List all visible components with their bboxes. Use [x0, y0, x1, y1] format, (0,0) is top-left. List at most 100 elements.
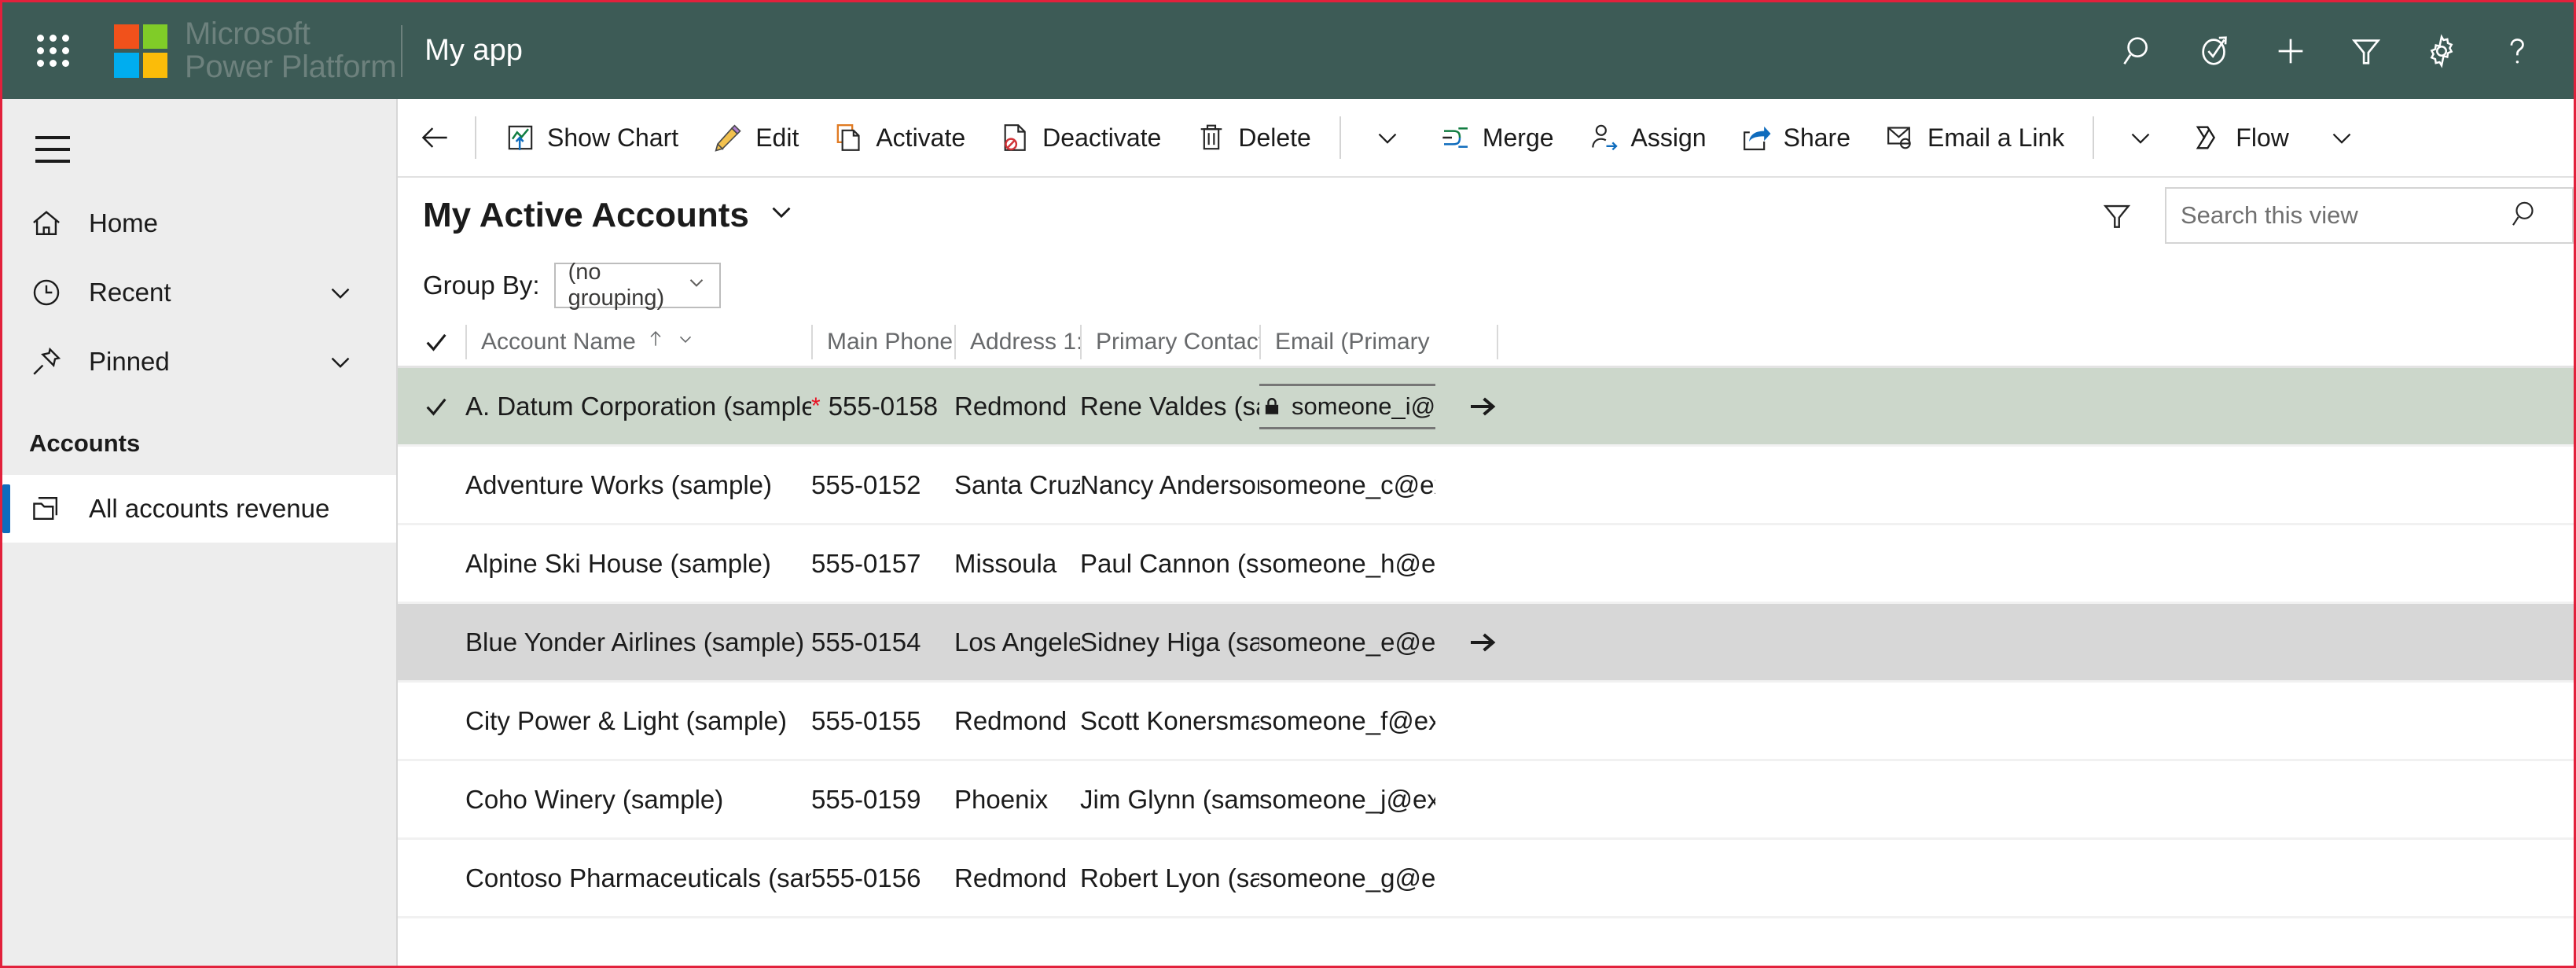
- app-window: Microsoft Power Platform My app Home Rec…: [0, 0, 2576, 968]
- overflow-chevron-down-icon[interactable]: [1352, 99, 1423, 176]
- filter-icon[interactable]: [2328, 13, 2404, 89]
- pin-icon: [29, 344, 72, 379]
- chevron-down-icon[interactable]: [765, 195, 798, 237]
- table-row[interactable]: A. Datum Corporation (sample) * 555-0158…: [398, 368, 2574, 447]
- share-button[interactable]: Share: [1724, 99, 1868, 176]
- cell-account-name[interactable]: Adventure Works (sample): [465, 470, 811, 500]
- column-header-actions: [1435, 324, 1498, 359]
- flow-chevron-down-icon[interactable]: [2306, 99, 2377, 176]
- view-header-actions: [2082, 180, 2574, 251]
- column-header-primary-contact[interactable]: Primary Contact: [1080, 324, 1259, 359]
- sidebar-item-home[interactable]: Home: [2, 189, 396, 258]
- cell-main-phone: 555-0155: [811, 705, 921, 735]
- merge-button[interactable]: Merge: [1423, 99, 1571, 176]
- row-open-arrow-icon[interactable]: [1435, 391, 1498, 422]
- cell-primary-contact[interactable]: Sidney Higa (sample): [1080, 628, 1259, 657]
- filter-icon[interactable]: [2082, 180, 2152, 251]
- email-a-link-button[interactable]: Email a Link: [1868, 99, 2082, 176]
- cell-account-name[interactable]: City Power & Light (sample): [465, 706, 811, 736]
- column-header-account-name[interactable]: Account Name: [465, 324, 811, 359]
- flow-button[interactable]: Flow: [2176, 99, 2306, 176]
- cell-email-primary-contact[interactable]: someone_j@example.c...: [1259, 785, 1435, 815]
- sidebar-item-label: Recent: [89, 278, 171, 307]
- cell-account-name[interactable]: A. Datum Corporation (sample): [465, 392, 811, 421]
- search-icon[interactable]: [2511, 198, 2542, 234]
- cell-email-primary-contact[interactable]: someone_e@example....: [1259, 628, 1435, 657]
- sidebar-item-all-accounts-revenue[interactable]: All accounts revenue: [2, 475, 396, 543]
- back-arrow-icon[interactable]: [407, 99, 464, 176]
- table-row[interactable]: Blue Yonder Airlines (sample) 555-0154 L…: [398, 604, 2574, 683]
- chevron-down-icon[interactable]: [675, 329, 696, 355]
- sidebar-item-label: Pinned: [89, 347, 170, 376]
- show-chart-button[interactable]: Show Chart: [487, 99, 696, 176]
- row-checkmark-icon[interactable]: [423, 393, 465, 420]
- cell-email-primary-contact[interactable]: someone_h@example....: [1259, 549, 1435, 579]
- divider: [1339, 116, 1341, 159]
- help-icon[interactable]: [2479, 13, 2555, 89]
- sidebar-group-title: Accounts: [29, 429, 141, 457]
- divider: [811, 324, 813, 359]
- topbar-actions: [2102, 13, 2574, 89]
- cell-address-1-city: Los Angeles: [954, 627, 1080, 657]
- cell-address-1-city: Santa Cruz: [954, 469, 1080, 499]
- cell-main-phone: 555-0159: [811, 784, 921, 814]
- plus-icon[interactable]: [2253, 13, 2328, 89]
- view-selector[interactable]: My Active Accounts: [423, 195, 798, 237]
- edit-button[interactable]: Edit: [696, 99, 816, 176]
- cell-email-primary-contact[interactable]: someone_f@example....: [1259, 706, 1435, 736]
- email-a-link-label: Email a Link: [1927, 123, 2065, 152]
- cell-address-1-city: Redmond: [954, 705, 1068, 735]
- brand-divider: [401, 24, 403, 77]
- app-launcher-icon[interactable]: [28, 29, 78, 73]
- delete-button[interactable]: Delete: [1178, 99, 1328, 176]
- chevron-down-icon[interactable]: [324, 345, 357, 378]
- cell-account-name[interactable]: Alpine Ski House (sample): [465, 549, 811, 579]
- cell-primary-contact[interactable]: Nancy Anderson (sam...: [1080, 470, 1259, 500]
- sidebar-item-pinned[interactable]: Pinned: [2, 327, 396, 396]
- cell-email-value: someone_i@examp...: [1292, 392, 1435, 420]
- overflow-chevron-down-icon-2[interactable]: [2105, 99, 2176, 176]
- activate-button[interactable]: Activate: [816, 99, 983, 176]
- hamburger-menu-icon[interactable]: [24, 110, 103, 189]
- select-all-checkmark-icon[interactable]: [423, 329, 465, 355]
- table-row[interactable]: Contoso Pharmaceuticals (sample) 555-015…: [398, 840, 2574, 918]
- assistant-check-icon[interactable]: [2177, 13, 2253, 89]
- table-row[interactable]: City Power & Light (sample) 555-0155 Red…: [398, 683, 2574, 761]
- cell-email-primary-contact[interactable]: someone_i@examp...: [1259, 383, 1435, 429]
- email-locked-pill[interactable]: someone_i@examp...: [1259, 383, 1435, 429]
- sidebar-item-recent[interactable]: Recent: [2, 258, 396, 327]
- column-header-main-phone[interactable]: Main Phone: [811, 324, 954, 359]
- row-open-arrow-icon[interactable]: [1435, 627, 1498, 658]
- search-box[interactable]: [2165, 187, 2574, 244]
- cell-address-1-city: Phoenix: [954, 784, 1049, 814]
- group-by-select[interactable]: (no grouping): [553, 259, 721, 311]
- cell-account-name[interactable]: Blue Yonder Airlines (sample): [465, 628, 811, 657]
- table-row[interactable]: Coho Winery (sample) 555-0159 Phoenix Ji…: [398, 761, 2574, 840]
- cell-primary-contact[interactable]: Rene Valdes (sample): [1080, 392, 1259, 421]
- sidebar-item-label: All accounts revenue: [89, 494, 330, 523]
- search-icon[interactable]: [2102, 13, 2177, 89]
- column-header-email-primary-contact[interactable]: Email (Primary Contact): [1259, 324, 1435, 359]
- cell-primary-contact[interactable]: Scott Konersmann (sa...: [1080, 706, 1259, 736]
- cell-email-primary-contact[interactable]: someone_c@example....: [1259, 470, 1435, 500]
- chevron-down-icon[interactable]: [324, 276, 357, 309]
- cell-account-name[interactable]: Contoso Pharmaceuticals (sample): [465, 863, 811, 893]
- chevron-down-icon[interactable]: [685, 271, 708, 300]
- assign-button[interactable]: Assign: [1571, 99, 1724, 176]
- cell-primary-contact[interactable]: Jim Glynn (sample): [1080, 785, 1259, 815]
- gear-icon[interactable]: [2404, 13, 2479, 89]
- microsoft-logo-icon: [114, 24, 167, 78]
- deactivate-button[interactable]: Deactivate: [983, 99, 1178, 176]
- cell-main-phone: 555-0154: [811, 627, 921, 657]
- deactivate-label: Deactivate: [1042, 123, 1162, 152]
- search-input[interactable]: [2181, 201, 2511, 230]
- cell-email-primary-contact[interactable]: someone_g@example....: [1259, 863, 1435, 893]
- cell-account-name[interactable]: Coho Winery (sample): [465, 785, 811, 815]
- table-row[interactable]: Alpine Ski House (sample) 555-0157 Misso…: [398, 525, 2574, 604]
- column-header-address-1-city[interactable]: Address 1: City: [954, 324, 1080, 359]
- cell-primary-contact[interactable]: Robert Lyon (sample): [1080, 863, 1259, 893]
- group-by-row: Group By: (no grouping): [398, 253, 2574, 318]
- brand[interactable]: Microsoft Power Platform: [114, 18, 397, 83]
- cell-primary-contact[interactable]: Paul Cannon (sample): [1080, 549, 1259, 579]
- table-row[interactable]: Adventure Works (sample) 555-0152 Santa …: [398, 447, 2574, 525]
